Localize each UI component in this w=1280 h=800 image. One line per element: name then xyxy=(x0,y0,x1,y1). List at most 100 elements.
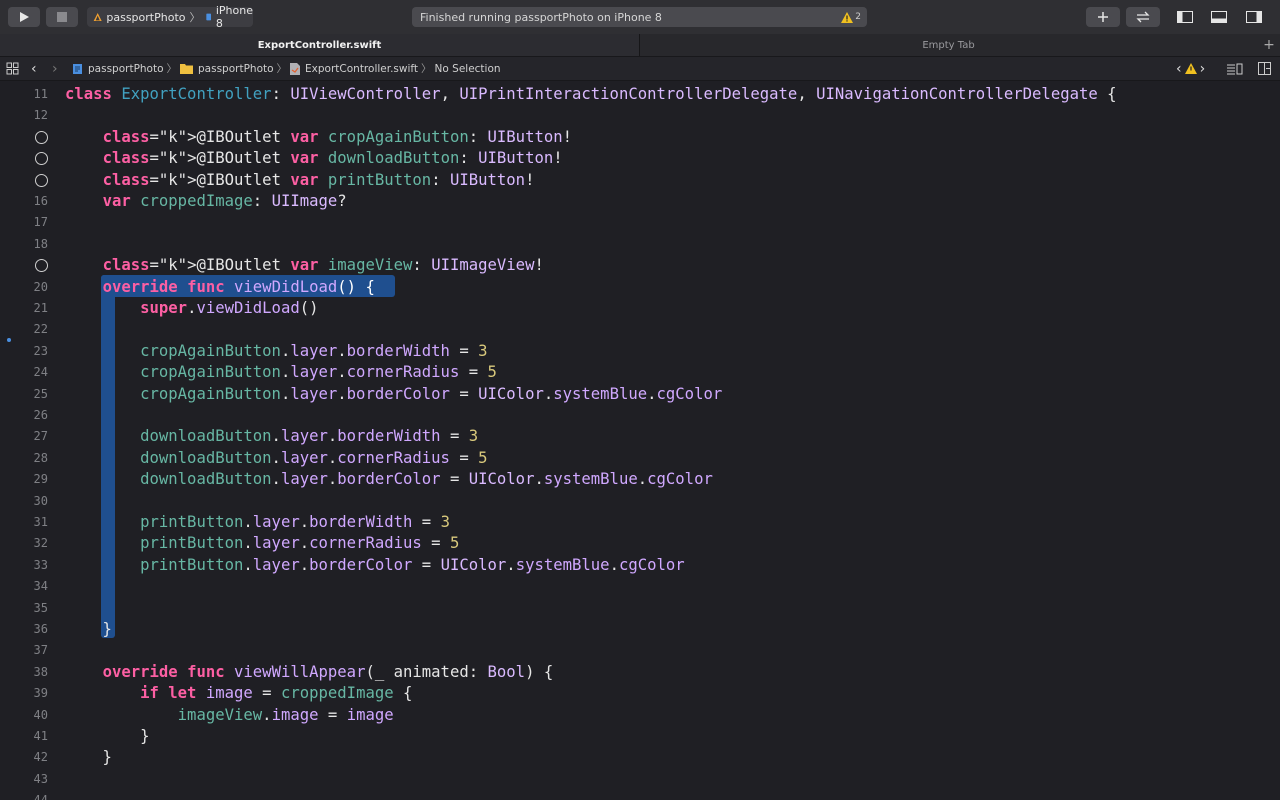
code-review-button[interactable] xyxy=(1126,7,1160,27)
code-line[interactable]: 18 xyxy=(0,234,1280,255)
line-number: 25 xyxy=(33,386,48,401)
line-number: 27 xyxy=(33,429,48,444)
code-line[interactable]: 23 cropAgainButton.layer.borderWidth = 3 xyxy=(0,341,1280,362)
stop-button[interactable] xyxy=(46,7,78,27)
code-line[interactable]: 17 xyxy=(0,212,1280,233)
code-line[interactable]: 19 class="k">@IBOutlet var imageView: UI… xyxy=(0,255,1280,276)
lines-icon xyxy=(1227,63,1243,74)
line-number: 29 xyxy=(33,472,48,487)
code-text: downloadButton.layer.borderColor = UICol… xyxy=(140,470,713,489)
code-text: override func viewWillAppear(_ animated:… xyxy=(102,662,554,681)
editor-options-button[interactable] xyxy=(1226,57,1243,80)
status-text: Finished running passportPhoto on iPhone… xyxy=(420,10,662,24)
code-line[interactable]: 25 cropAgainButton.layer.borderColor = U… xyxy=(0,384,1280,405)
code-line[interactable]: 27 downloadButton.layer.borderWidth = 3 xyxy=(0,426,1280,447)
code-line[interactable]: 15 class="k">@IBOutlet var printButton: … xyxy=(0,170,1280,191)
line-number: 16 xyxy=(33,194,48,208)
add-editor-button[interactable] xyxy=(1258,57,1271,80)
code-line[interactable]: 32 printButton.layer.cornerRadius = 5 xyxy=(0,533,1280,554)
code-text: override func viewDidLoad() { xyxy=(102,277,375,296)
outlet-connection-icon[interactable] xyxy=(35,130,48,144)
code-line[interactable]: 20 override func viewDidLoad() { xyxy=(0,277,1280,298)
code-line[interactable]: 16 var croppedImage: UIImage? xyxy=(0,191,1280,212)
code-line[interactable]: 38 override func viewWillAppear(_ animat… xyxy=(0,662,1280,683)
scheme-name: passportPhoto xyxy=(106,10,186,24)
code-line[interactable]: 28 downloadButton.layer.cornerRadius = 5 xyxy=(0,448,1280,469)
code-line[interactable]: 21 super.viewDidLoad() xyxy=(0,298,1280,319)
line-number: 30 xyxy=(33,493,48,508)
new-tab-button[interactable]: + xyxy=(1258,34,1280,56)
code-line[interactable]: 30 xyxy=(0,491,1280,512)
jump-bar: ‹ › passportPhoto 〉 passportPhoto 〉 Expo… xyxy=(0,57,1280,81)
breadcrumb-group[interactable]: passportPhoto xyxy=(198,63,274,75)
chevron-right-icon: 〉 xyxy=(189,11,201,24)
code-line[interactable]: 29 downloadButton.layer.borderColor = UI… xyxy=(0,469,1280,490)
line-number: 32 xyxy=(33,536,48,551)
code-line[interactable]: 34 xyxy=(0,576,1280,597)
code-text: imageView.image = image xyxy=(177,705,394,724)
code-line[interactable]: 37 xyxy=(0,640,1280,661)
issue-navigation[interactable]: ‹ › xyxy=(1176,57,1205,80)
code-text: cropAgainButton.layer.cornerRadius = 5 xyxy=(140,363,497,382)
code-line[interactable]: 33 printButton.layer.borderColor = UICol… xyxy=(0,555,1280,576)
outlet-connection-icon[interactable] xyxy=(35,152,48,166)
code-line[interactable]: 44 xyxy=(0,790,1280,800)
code-text: class="k">@IBOutlet var imageView: UIIma… xyxy=(102,256,544,275)
code-text: } xyxy=(65,620,112,638)
device-name: iPhone 8 xyxy=(215,4,253,30)
code-line[interactable]: 13 class="k">@IBOutlet var cropAgainButt… xyxy=(0,127,1280,148)
toggle-navigator-button[interactable] xyxy=(1169,7,1201,27)
code-line[interactable]: 12 xyxy=(0,105,1280,126)
code-line[interactable]: 35 xyxy=(0,598,1280,619)
code-text: cropAgainButton.layer.borderWidth = 3 xyxy=(140,341,488,360)
source-editor[interactable]: 11 class ExportController: UIViewControll… xyxy=(0,81,1280,800)
line-number: 11 xyxy=(33,87,48,101)
code-line[interactable]: 43 xyxy=(0,769,1280,790)
code-line[interactable]: 39 if let image = croppedImage { xyxy=(0,683,1280,704)
forward-button[interactable]: › xyxy=(52,57,58,80)
code-line[interactable]: 42 } xyxy=(0,747,1280,768)
toggle-inspector-button[interactable] xyxy=(1238,7,1270,27)
warning-icon xyxy=(1184,63,1197,74)
code-text: cropAgainButton.layer.borderColor = UICo… xyxy=(140,384,723,403)
code-line[interactable]: 22 xyxy=(0,319,1280,340)
code-line[interactable]: 14 class="k">@IBOutlet var downloadButto… xyxy=(0,148,1280,169)
toggle-debug-area-button[interactable] xyxy=(1203,7,1235,27)
code-line[interactable]: 26 xyxy=(0,405,1280,426)
line-number: 23 xyxy=(33,343,48,358)
code-line[interactable]: 24 cropAgainButton.layer.cornerRadius = … xyxy=(0,362,1280,383)
code-text: if let image = croppedImage { xyxy=(140,684,413,703)
breadcrumb-file[interactable]: ExportController.swift xyxy=(305,63,418,75)
chevron-left-icon: ‹ xyxy=(1176,60,1182,77)
device-icon xyxy=(205,13,211,21)
activity-status[interactable]: Finished running passportPhoto on iPhone… xyxy=(412,7,867,27)
tab-export-controller[interactable]: ExportController.swift xyxy=(0,34,640,56)
stop-icon xyxy=(57,12,67,22)
scheme-selector[interactable]: passportPhoto 〉 iPhone 8 xyxy=(87,4,253,30)
code-text: class="k">@IBOutlet var downloadButton: … xyxy=(102,149,563,168)
back-button[interactable]: ‹ xyxy=(31,57,37,80)
line-number: 22 xyxy=(33,322,48,337)
breadcrumb-selection[interactable]: No Selection xyxy=(435,63,501,75)
code-line[interactable]: 11 class ExportController: UIViewControll… xyxy=(0,84,1280,105)
outlet-connection-icon[interactable] xyxy=(35,259,48,273)
code-line[interactable]: 31 printButton.layer.borderWidth = 3 xyxy=(0,512,1280,533)
line-number: 44 xyxy=(0,790,48,800)
code-line[interactable]: 36 } xyxy=(0,619,1280,640)
line-number: 42 xyxy=(33,750,48,765)
folder-icon xyxy=(180,64,194,74)
related-items-button[interactable] xyxy=(6,57,19,80)
left-panel-icon xyxy=(1177,11,1193,23)
code-line[interactable]: 41 } xyxy=(0,726,1280,747)
library-button[interactable] xyxy=(1086,7,1120,27)
code-line[interactable]: 40 imageView.image = image xyxy=(0,705,1280,726)
outlet-connection-icon[interactable] xyxy=(35,173,48,187)
code-text: class="k">@IBOutlet var printButton: UIB… xyxy=(102,170,535,189)
run-button[interactable] xyxy=(8,7,40,27)
line-number: 34 xyxy=(33,579,48,594)
tab-empty[interactable]: Empty Tab xyxy=(640,34,1257,56)
plus-icon: + xyxy=(1263,37,1275,53)
right-panel-icon xyxy=(1246,11,1262,23)
split-editor-icon xyxy=(1258,62,1271,75)
breadcrumb-project[interactable]: passportPhoto xyxy=(88,63,164,75)
